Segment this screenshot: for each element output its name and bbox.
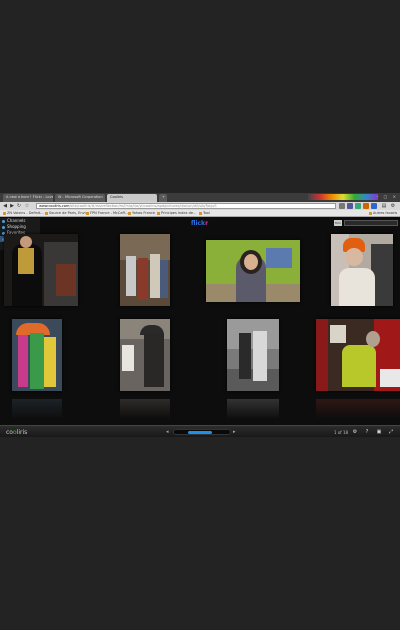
photo-thumbnail[interactable] xyxy=(120,234,170,306)
page-menu-icon[interactable]: ▤ xyxy=(381,203,387,209)
slider-thumb[interactable] xyxy=(188,431,212,434)
photo-reflection xyxy=(227,399,279,419)
photo-thumbnail[interactable] xyxy=(120,319,170,391)
logo-prefix: co xyxy=(6,429,13,436)
brand-prefix: flick xyxy=(191,220,206,227)
bookmark-item[interactable]: Source de Paris, Envi... xyxy=(45,211,89,215)
photo-reflection xyxy=(120,399,170,419)
extension-icon[interactable] xyxy=(339,203,345,209)
window-controls[interactable]: – □ × xyxy=(376,194,398,199)
address-path: /site/cooliris/#/rss/reflection/m/f/n/q/… xyxy=(69,204,217,208)
reload-icon[interactable]: ↻ xyxy=(16,203,22,209)
search-source-button[interactable]: flick xyxy=(334,220,342,226)
extension-icon[interactable] xyxy=(363,203,369,209)
extension-icon[interactable] xyxy=(347,203,353,209)
cooliris-toolbar: cooliris ◂ ▸ 1 of 18 ⚙ ? ▣ ⤢ xyxy=(0,425,400,437)
cooliris-logo: cooliris xyxy=(6,429,27,436)
extension-icon[interactable] xyxy=(355,203,361,209)
browser-window: A new a born ! Flickr - Lovel W - Micros… xyxy=(0,193,400,437)
logo-suffix: liris xyxy=(16,429,28,436)
bookmark-item[interactable]: Yahoo France xyxy=(128,211,155,215)
extension-icon[interactable] xyxy=(371,203,377,209)
expand-icon[interactable]: ⤢ xyxy=(388,429,394,435)
photo-thumbnail[interactable] xyxy=(4,234,78,306)
bookmark-item[interactable]: Autres favoris xyxy=(369,211,397,215)
address-host: www.cooliris.com xyxy=(39,204,70,208)
brand-suffix: r xyxy=(205,220,209,227)
search-input[interactable] xyxy=(344,220,398,226)
new-tab-button[interactable]: + xyxy=(159,194,167,202)
wall-scroll-slider[interactable] xyxy=(173,429,231,435)
photo-reflection xyxy=(12,399,62,419)
tab-microsoft[interactable]: W - Microsoft Corporation xyxy=(55,194,105,202)
position-readout: 1 of 18 xyxy=(334,430,349,435)
navigation-bar: ◀ ▶ ↻ ☆ www.cooliris.com/site/cooliris/#… xyxy=(0,202,400,210)
photo-thumbnail[interactable] xyxy=(227,319,279,391)
bookmark-item[interactable]: Principes Index de... xyxy=(157,211,196,215)
photo-thumbnail[interactable] xyxy=(331,234,393,306)
tab-strip: A new a born ! Flickr - Lovel W - Micros… xyxy=(0,193,400,202)
wrench-icon[interactable]: ⚙ xyxy=(390,203,396,209)
bookmarks-bar: ZN Voisins - Definit... Source de Paris,… xyxy=(0,210,400,217)
fullscreen-icon[interactable]: ▣ xyxy=(376,429,382,435)
flickr-brand: flickr xyxy=(191,220,208,227)
forward-icon[interactable]: ▶ xyxy=(9,203,15,209)
help-icon[interactable]: ? xyxy=(364,429,370,435)
bookmark-item[interactable]: FPN France - McCaff... xyxy=(86,211,128,215)
scroll-left-icon[interactable]: ◂ xyxy=(166,429,169,435)
tab-flickr[interactable]: A new a born ! Flickr - Lovel xyxy=(3,194,53,202)
bookmark-item[interactable]: Tool xyxy=(199,211,210,215)
tab-cooliris[interactable]: Cooliris xyxy=(107,194,157,202)
cooliris-wall: Channels Shopping Favorites My Cooliris … xyxy=(0,217,400,425)
photo-thumbnail[interactable] xyxy=(316,319,400,391)
photo-reflection xyxy=(316,399,400,419)
bookmark-item[interactable]: ZN Voisins - Definit... xyxy=(3,211,44,215)
star-icon[interactable]: ☆ xyxy=(24,203,30,209)
address-bar[interactable]: www.cooliris.com/site/cooliris/#/rss/ref… xyxy=(36,203,336,209)
photo-thumbnail[interactable] xyxy=(12,319,62,391)
theme-stripe xyxy=(308,194,378,200)
back-icon[interactable]: ◀ xyxy=(2,203,8,209)
scroll-right-icon[interactable]: ▸ xyxy=(233,429,236,435)
photo-thumbnail[interactable] xyxy=(206,240,300,302)
settings-icon[interactable]: ⚙ xyxy=(352,429,358,435)
